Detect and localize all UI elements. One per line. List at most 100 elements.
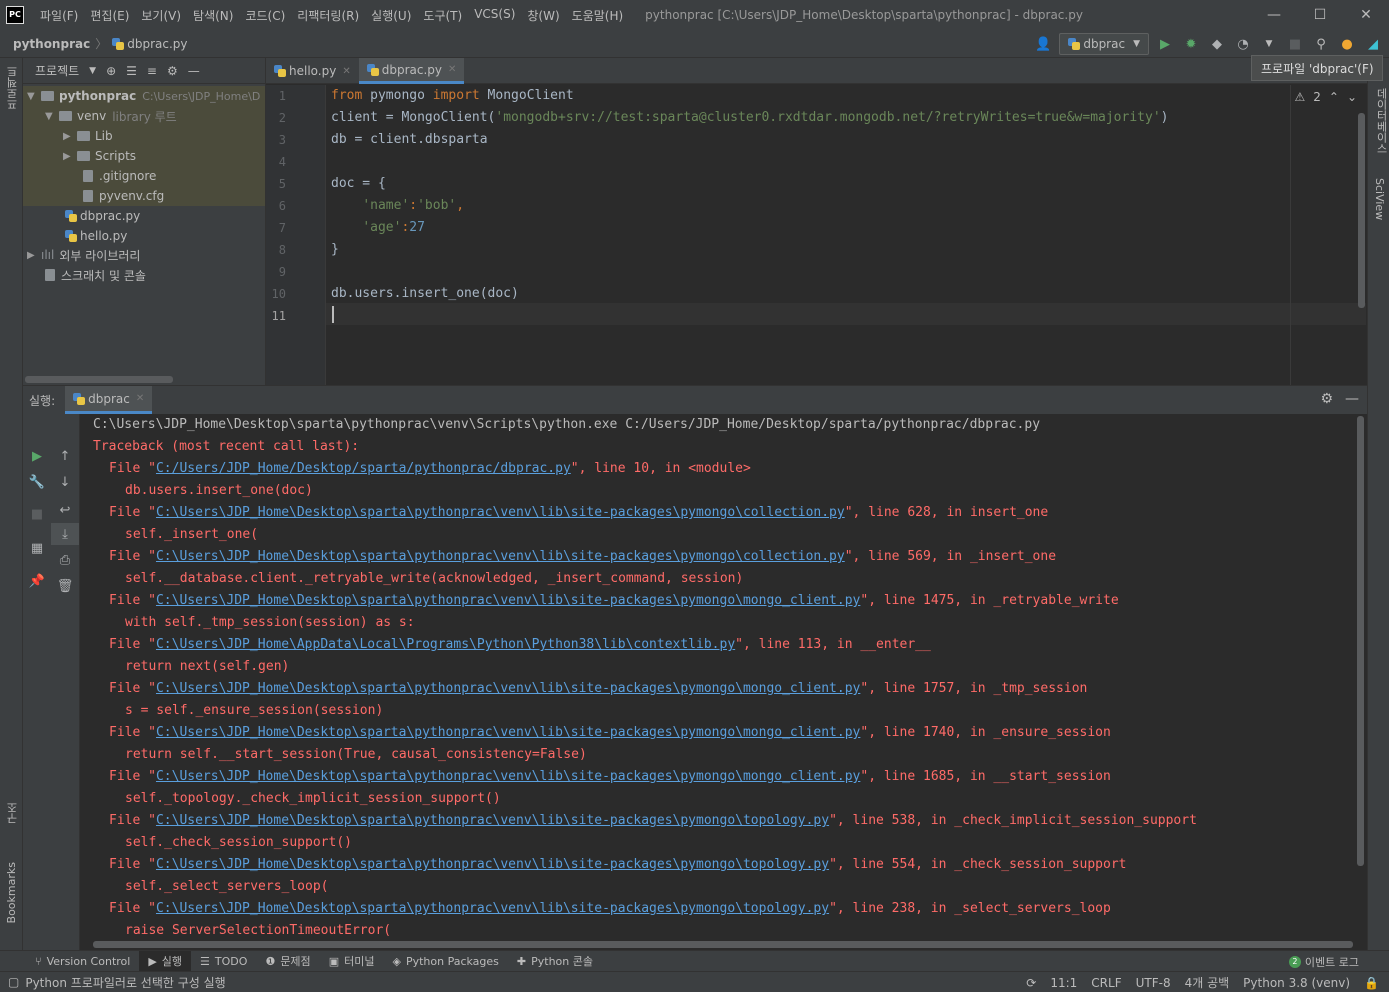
expand-all-icon[interactable]: ☰ — [126, 64, 137, 78]
trash-icon[interactable]: 🗑 — [51, 575, 79, 597]
run-configuration-select[interactable]: dbprac ▼ — [1059, 33, 1149, 55]
chevron-down-icon[interactable]: ▼ — [45, 111, 59, 122]
menu-help[interactable]: 도움말(H) — [566, 7, 630, 24]
chevron-right-icon[interactable]: ▶ — [27, 250, 41, 261]
stop-icon[interactable]: ■ — [23, 503, 51, 525]
bookmarks-tool-button[interactable]: Bookmarks — [5, 862, 18, 923]
menu-edit[interactable]: 편집(E) — [84, 7, 135, 24]
indent-setting[interactable]: 4개 공백 — [1185, 974, 1230, 991]
locate-icon[interactable]: ⊕ — [106, 64, 116, 78]
frame-file-link[interactable]: C:\Users\JDP_Home\Desktop\sparta\pythonp… — [156, 813, 829, 828]
menu-refactor[interactable]: 리팩터링(R) — [291, 7, 365, 24]
menu-tools[interactable]: 도구(T) — [417, 7, 468, 24]
caret-position[interactable]: 11:1 — [1050, 976, 1077, 990]
breadcrumb-project[interactable]: pythonprac — [13, 37, 90, 51]
tree-item-dbprac[interactable]: dbprac.py — [23, 206, 265, 226]
frame-file-link[interactable]: C:\Users\JDP_Home\Desktop\sparta\pythonp… — [156, 725, 860, 740]
collapse-all-icon[interactable]: ≡ — [147, 64, 157, 78]
problems-tool-button[interactable]: ❶ 문제점 — [256, 951, 319, 972]
sync-icon[interactable]: ⟳ — [1026, 976, 1036, 990]
tab-dbprac-py[interactable]: dbprac.py ✕ — [358, 58, 465, 84]
maximize-button[interactable]: ☐ — [1297, 0, 1343, 30]
stop-icon[interactable]: ■ — [1285, 34, 1305, 54]
update-icon[interactable]: ● — [1337, 34, 1357, 54]
tree-item-scratches[interactable]: 스크래치 및 콘솔 — [23, 265, 265, 285]
close-icon[interactable]: ✕ — [342, 66, 350, 77]
frame-file-link[interactable]: C:\Users\JDP_Home\Desktop\sparta\pythonp… — [156, 549, 845, 564]
terminal-tool-button[interactable]: ▣ 터미널 — [320, 951, 384, 972]
console-output[interactable]: C:\Users\JDP_Home\Desktop\sparta\pythonp… — [93, 414, 1353, 939]
layout-toggle-icon[interactable]: ▢ — [8, 975, 19, 989]
frame-file-link[interactable]: C:\Users\JDP_Home\Desktop\sparta\pythonp… — [156, 857, 829, 872]
console-vertical-scrollbar[interactable] — [1357, 416, 1364, 866]
menu-file[interactable]: 파일(F) — [34, 7, 84, 24]
layout-icon[interactable]: ▦ — [23, 537, 51, 559]
tree-item-scripts[interactable]: ▶ Scripts — [23, 146, 265, 166]
menu-run[interactable]: 실행(U) — [365, 7, 417, 24]
tab-hello-py[interactable]: hello.py ✕ — [266, 58, 359, 84]
tree-item-hello[interactable]: hello.py — [23, 226, 265, 246]
hide-icon[interactable]: — — [1345, 391, 1359, 407]
menu-view[interactable]: 보기(V) — [135, 7, 187, 24]
close-icon[interactable]: ✕ — [136, 393, 144, 404]
profile-icon[interactable]: ◔ — [1233, 34, 1253, 54]
gear-icon[interactable]: ⚙ — [167, 64, 178, 78]
frame-file-link[interactable]: C:\Users\JDP_Home\Desktop\sparta\pythonp… — [156, 769, 860, 784]
user-icon[interactable]: 👤 — [1033, 34, 1053, 54]
gear-icon[interactable]: ⚙ — [1320, 391, 1333, 407]
tree-item-lib[interactable]: ▶ Lib — [23, 126, 265, 146]
python-interpreter[interactable]: Python 3.8 (venv) — [1243, 976, 1350, 990]
chevron-down-icon[interactable]: ▼ — [89, 66, 96, 76]
chevron-down-icon[interactable]: ▼ — [27, 91, 41, 102]
project-panel-title[interactable]: 프로젝트 — [35, 62, 79, 79]
print-icon[interactable]: ⎙ — [51, 549, 79, 571]
chevron-right-icon[interactable]: ▶ — [63, 131, 77, 142]
horizontal-scrollbar[interactable] — [25, 376, 173, 383]
menu-code[interactable]: 코드(C) — [239, 7, 291, 24]
tree-item-external-libraries[interactable]: ▶ ılıl 외부 라이브러리 — [23, 245, 265, 265]
debug-icon[interactable]: ✹ — [1181, 34, 1201, 54]
file-encoding[interactable]: UTF-8 — [1136, 976, 1171, 990]
close-icon[interactable]: ✕ — [448, 64, 456, 75]
minimize-button[interactable]: — — [1251, 0, 1297, 30]
menu-navigate[interactable]: 탐색(N) — [187, 7, 239, 24]
tree-item-gitignore[interactable]: .gitignore — [23, 166, 265, 186]
line-separator[interactable]: CRLF — [1091, 976, 1121, 990]
tree-item-pythonprac[interactable]: ▼ pythonprac C:\Users\JDP_Home\D — [23, 86, 265, 106]
chevron-down-icon[interactable]: ▼ — [1259, 34, 1279, 54]
arrow-up-icon[interactable]: ↑ — [51, 445, 79, 467]
close-button[interactable]: ✕ — [1343, 0, 1389, 30]
chevron-up-icon[interactable]: ⌃ — [1329, 90, 1339, 104]
soft-wrap-icon[interactable]: ↩ — [51, 499, 79, 521]
frame-file-link[interactable]: C:\Users\JDP_Home\Desktop\sparta\pythonp… — [156, 593, 860, 608]
code-area[interactable]: from pymongo import MongoClient client =… — [331, 85, 1351, 385]
todo-tool-button[interactable]: ☰ TODO — [191, 951, 256, 972]
coverage-icon[interactable]: ◆ — [1207, 34, 1227, 54]
run-icon[interactable]: ▶ — [1155, 34, 1175, 54]
menu-window[interactable]: 창(W) — [521, 7, 565, 24]
structure-tool-button[interactable]: 구조 — [5, 802, 21, 824]
inspection-widget[interactable]: ⚠ 2 ⌃ ⌄ — [1294, 90, 1357, 104]
hide-icon[interactable]: — — [188, 64, 200, 78]
wrench-icon[interactable]: 🔧 — [23, 471, 51, 493]
breadcrumb-file[interactable]: dbprac.py — [127, 37, 187, 51]
editor-vertical-scrollbar[interactable] — [1358, 113, 1365, 308]
search-icon[interactable]: ⚲ — [1311, 34, 1331, 54]
tree-item-pyvenv-cfg[interactable]: pyvenv.cfg — [23, 186, 265, 206]
frame-file-link[interactable]: C:\Users\JDP_Home\Desktop\sparta\pythonp… — [156, 505, 845, 520]
frame-file-link[interactable]: C:/Users/JDP_Home/Desktop/sparta/pythonp… — [156, 461, 571, 476]
tab-run-dbprac[interactable]: dbprac ✕ — [65, 386, 153, 414]
event-log-button[interactable]: 2 이벤트 로그 — [1288, 951, 1359, 972]
python-console-tool-button[interactable]: ✚ Python 콘솔 — [508, 951, 602, 972]
python-packages-tool-button[interactable]: ◈ Python Packages — [383, 951, 507, 972]
run-tool-button[interactable]: ▶ 실행 — [139, 950, 192, 972]
menu-vcs[interactable]: VCS(S) — [468, 7, 521, 24]
lock-icon[interactable]: 🔒 — [1364, 976, 1379, 990]
pin-icon[interactable]: 📌 — [23, 570, 51, 592]
version-control-button[interactable]: ⑂ Version Control — [26, 951, 139, 972]
sciview-tool-button[interactable]: SciView — [1373, 178, 1386, 220]
project-tool-button[interactable]: 프로젝트 — [5, 66, 21, 110]
frame-file-link[interactable]: C:\Users\JDP_Home\Desktop\sparta\pythonp… — [156, 681, 860, 696]
scroll-to-end-icon[interactable]: ⤓ — [51, 523, 79, 545]
jetbrains-icon[interactable]: ◢ — [1363, 34, 1383, 54]
